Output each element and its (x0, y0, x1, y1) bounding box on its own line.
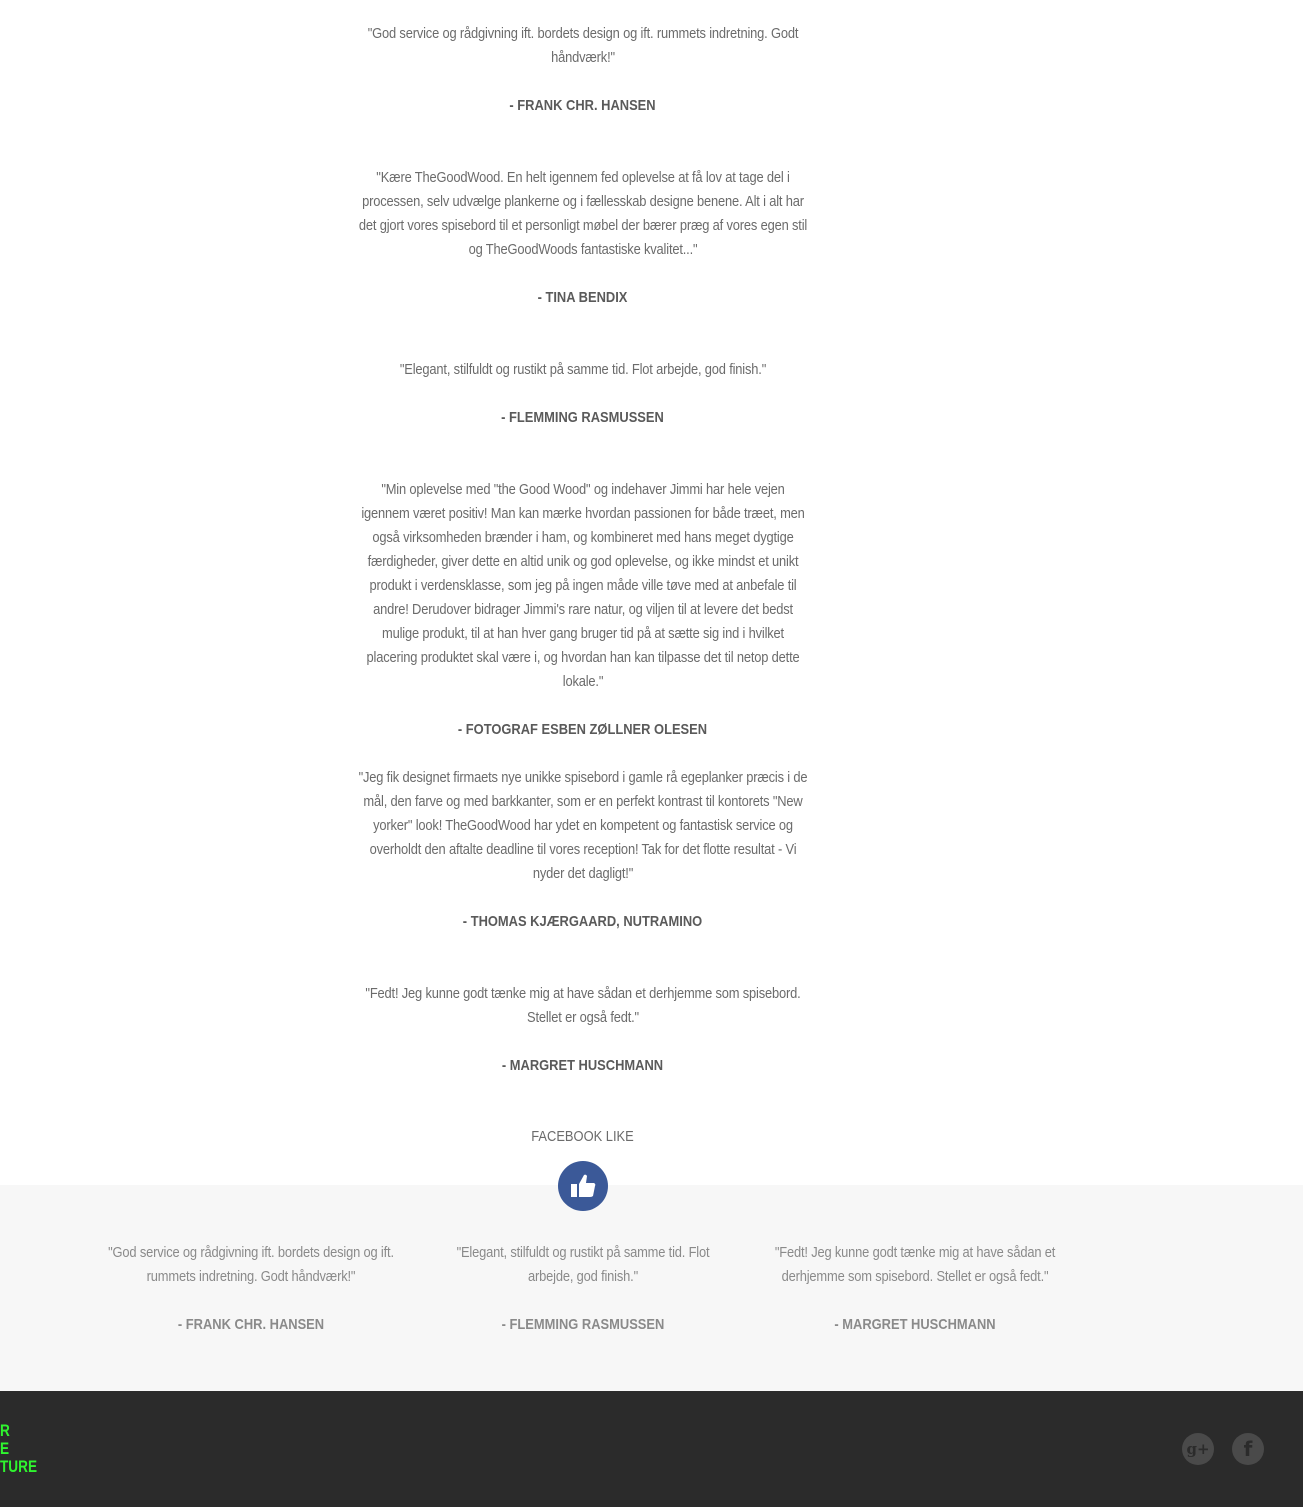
thumbs-up-icon (571, 1174, 596, 1197)
testimonial: "Fedt! Jeg kunne godt tænke mig at have … (340, 982, 825, 1078)
testimonial-quote: "Jeg fik designet firmaets nye unikke sp… (358, 769, 808, 882)
footer (0, 1391, 1303, 1507)
logo-line: E (0, 1439, 10, 1458)
google-plus-button[interactable]: g+ (1182, 1433, 1214, 1465)
testimonial-quote: "Fedt! Jeg kunne godt tænke mig at have … (365, 985, 801, 1026)
testimonial: "Kære TheGoodWood. En helt igennem fed o… (340, 166, 825, 310)
testimonial-author: - Fotograf Esben Zøllner Olesen (457, 721, 708, 738)
logo-line: R (0, 1421, 10, 1440)
testimonial-quote: "Elegant, stilfuldt og rustikt på samme … (399, 361, 767, 378)
google-plus-icon: g+ (1186, 1440, 1210, 1458)
testimonial: "Jeg fik designet firmaets nye unikke sp… (340, 766, 825, 934)
testimonial-author: - Frank Chr. Hansen (509, 97, 656, 114)
testimonial-author: - Tina Bendix (537, 289, 628, 306)
facebook-like-button[interactable] (558, 1161, 608, 1211)
featured-quote: "Fedt! Jeg kunne godt tænke mig at have … (774, 1244, 1056, 1285)
testimonial: "Elegant, stilfuldt og rustikt på samme … (340, 358, 825, 430)
testimonial-author: - Flemming Rasmussen (501, 409, 664, 426)
testimonial-author: - Margret Huschmann (501, 1057, 664, 1074)
featured-quote: "God service og rådgivning ift. bordets … (108, 1244, 394, 1285)
testimonial: "God service og rådgivning ift. bordets … (340, 22, 825, 118)
testimonial-author: - Thomas Kjærgaard, Nutramino (462, 913, 703, 930)
featured-testimonial: "Elegant, stilfuldt og rustikt på samme … (432, 1241, 734, 1337)
testimonial-quote: "God service og rådgivning ift. bordets … (367, 25, 799, 66)
featured-author: - Flemming Rasmussen (501, 1316, 665, 1333)
testimonials-section: "God service og rådgivning ift. bordets … (0, 0, 1303, 1185)
facebook-button[interactable]: f (1232, 1433, 1264, 1465)
logo-line: TURE (0, 1457, 38, 1476)
featured-author: - Frank Chr. Hansen (177, 1316, 325, 1333)
featured-testimonial: "Fedt! Jeg kunne godt tænke mig at have … (760, 1241, 1070, 1337)
featured-quote: "Elegant, stilfuldt og rustikt på samme … (456, 1244, 710, 1285)
page: "God service og rådgivning ift. bordets … (0, 0, 1303, 1507)
testimonial-quote: "Min oplevelse med "the Good Wood" og in… (361, 481, 805, 690)
testimonial: "Min oplevelse med "the Good Wood" og in… (340, 478, 825, 742)
featured-testimonial: "God service og rådgivning ift. bordets … (95, 1241, 407, 1337)
facebook-icon: f (1243, 1437, 1253, 1461)
featured-author: - Margret Huschmann (834, 1316, 996, 1333)
testimonial-quote: "Kære TheGoodWood. En helt igennem fed o… (358, 169, 808, 258)
site-logo[interactable]: R E TURE (0, 1422, 37, 1476)
facebook-like-title: Facebook like (531, 1128, 634, 1145)
